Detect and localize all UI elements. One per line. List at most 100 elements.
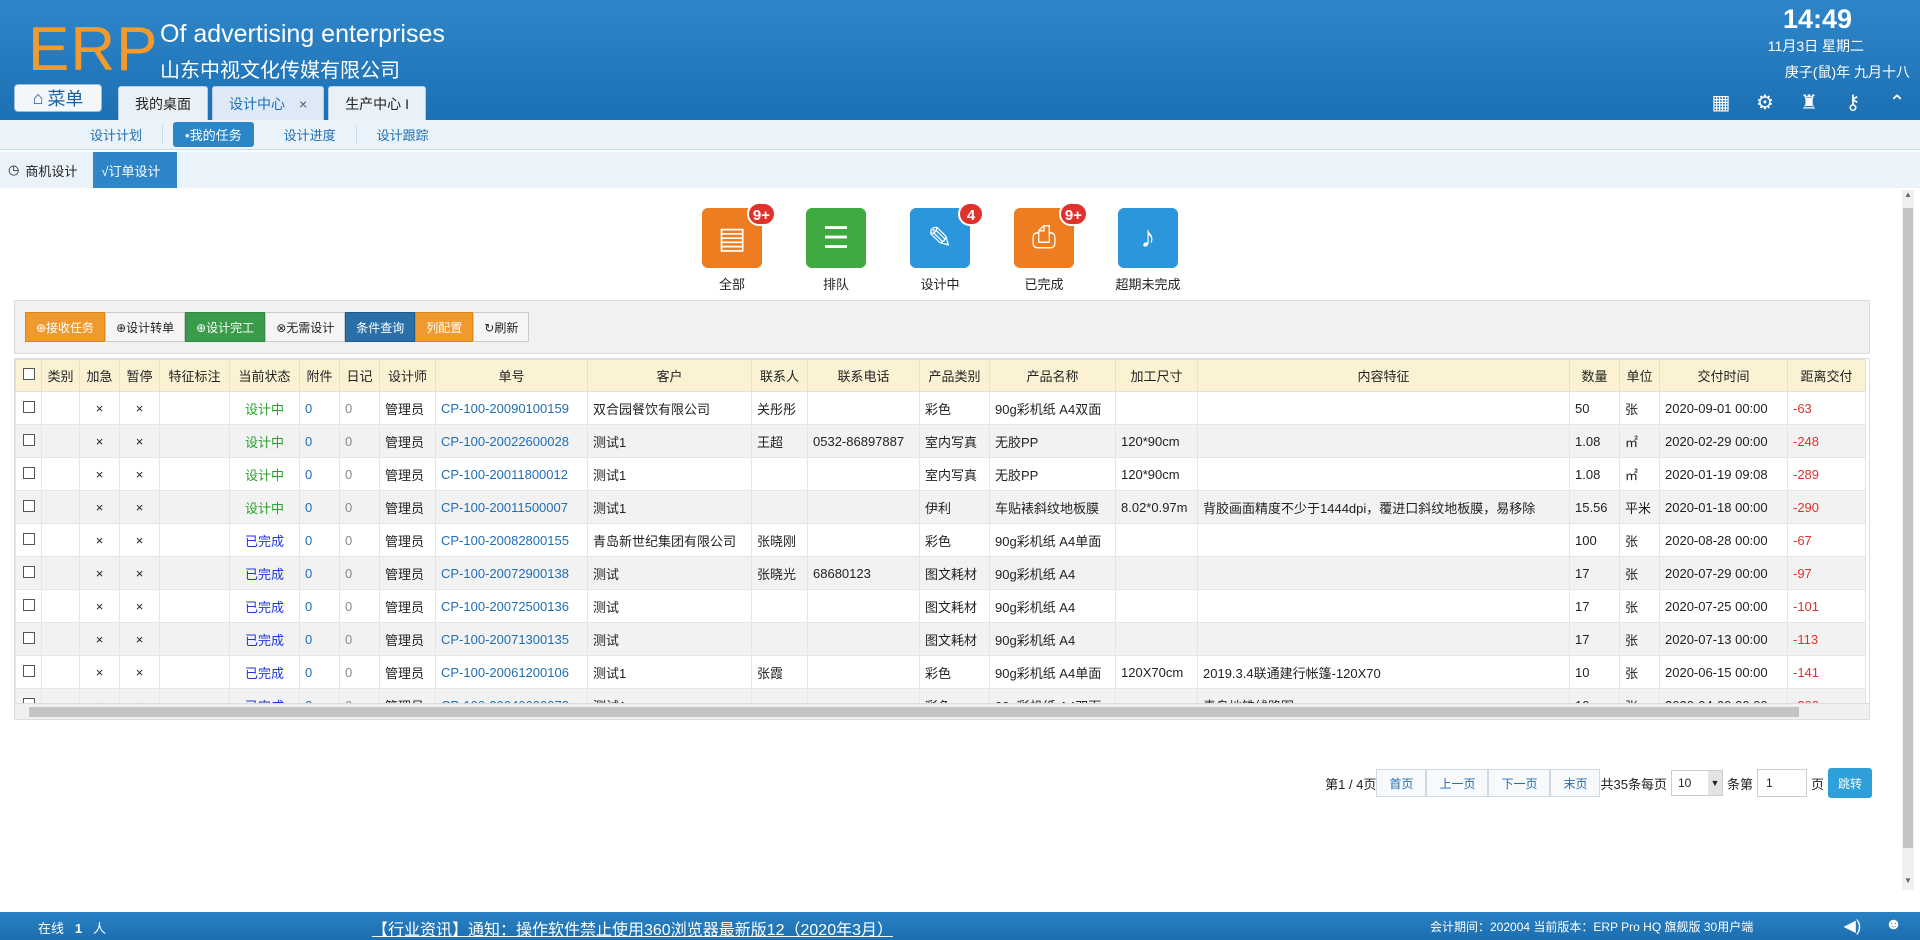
subnav-design-progress[interactable]: 设计进度 [264,125,357,144]
finish-design-button[interactable]: ⊕设计完工 [185,312,266,342]
col-header[interactable]: 内容特征 [1197,359,1570,392]
tab-opportunity-design[interactable]: ◷ 商机设计 [0,152,93,188]
vertical-scrollbar[interactable]: ▲ ▼ [1902,190,1914,890]
speaker-icon[interactable]: ◀) [1844,916,1862,936]
tab-my-desktop[interactable]: 我的桌面 [118,86,208,120]
gear-icon[interactable]: ⚙ [1754,92,1776,114]
tab-order-design[interactable]: √订单设计 [93,152,177,188]
go-page-button[interactable]: 跳转 [1827,768,1872,798]
col-header[interactable]: 联系人 [751,359,808,392]
first-page-button[interactable]: 首页 [1376,769,1427,797]
order-number-link[interactable]: CP-100-20072900138 [435,556,588,590]
transfer-design-button[interactable]: ⊕设计转单 [105,312,186,342]
col-header[interactable]: 联系电话 [807,359,920,392]
order-number-link[interactable]: CP-100-20090100159 [435,391,588,425]
col-header[interactable]: 加急 [79,359,120,392]
condition-query-button[interactable]: 条件查询 [345,312,416,342]
order-number-link[interactable]: CP-100-20011800012 [435,457,588,491]
dash-overdue[interactable]: ♪ 超期未完成 [1116,208,1181,293]
checkbox[interactable] [22,598,35,611]
col-header[interactable]: 特征标注 [159,359,230,392]
row-checkbox[interactable] [15,523,42,557]
table-row[interactable]: × × 已完成 0 0 管理员 CP-100-20072500136 测试 图文耗材 90g彩机纸… [15,589,1866,623]
attachment-count[interactable]: 0 [299,523,340,557]
order-number-link[interactable]: CP-100-20072500136 [435,589,588,623]
checkbox[interactable] [22,532,35,545]
col-header[interactable]: 单号 [435,359,588,392]
row-checkbox[interactable] [15,589,42,623]
close-icon[interactable]: × [299,96,307,112]
attachment-count[interactable]: 0 [299,424,340,458]
attachment-count[interactable]: 0 [299,556,340,590]
attachment-count[interactable]: 0 [299,490,340,524]
per-page-select[interactable]: 10 ▼ [1670,770,1723,796]
col-header[interactable]: 交付时间 [1659,359,1788,392]
horizontal-scrollbar[interactable] [15,703,1869,719]
checkbox[interactable] [22,400,35,413]
checkbox[interactable] [22,433,35,446]
col-header[interactable]: 附件 [299,359,340,392]
checkbox[interactable] [22,565,35,578]
subnav-design-plan[interactable]: 设计计划 [70,125,164,144]
table-row[interactable]: × × 已完成 0 0 管理员 CP-100-20061200106 测试1 张霞 彩色 90g彩机… [15,655,1866,689]
order-number-link[interactable]: CP-100-20022600028 [435,424,588,458]
checkbox[interactable] [22,499,35,512]
row-checkbox[interactable] [15,391,42,425]
row-checkbox[interactable] [15,556,42,590]
col-header[interactable]: 当前状态 [229,359,300,392]
tab-production-center[interactable]: 生产中心 I [328,86,426,120]
col-header[interactable]: 数量 [1569,359,1620,392]
accept-task-button[interactable]: ⊕接收任务 [25,312,106,342]
col-header[interactable]: 类别 [41,359,80,392]
table-row[interactable]: × × 已完成 0 0 管理员 CP-100-20082800155 青岛新世纪集团有限公司张… [15,523,1866,557]
attachment-count[interactable]: 0 [299,589,340,623]
row-checkbox[interactable] [15,424,42,458]
row-checkbox[interactable] [15,457,42,491]
checkbox[interactable] [22,664,35,677]
checkbox[interactable] [22,466,35,479]
order-number-link[interactable]: CP-100-20061200106 [435,655,588,689]
attachment-count[interactable]: 0 [299,457,340,491]
no-design-button[interactable]: ⊗无需设计 [265,312,346,342]
dash-completed[interactable]: ⎙ 9+ 已完成 [1012,202,1088,293]
menu-button[interactable]: ⌂ 菜单 [14,84,102,112]
column-config-button[interactable]: 列配置 [415,312,474,342]
collapse-up-icon[interactable]: ⌃ [1886,92,1908,114]
col-header[interactable]: 产品类别 [919,359,990,392]
order-number-link[interactable]: CP-100-20071300135 [435,622,588,656]
col-header[interactable]: 距离交付 [1787,359,1866,392]
col-header[interactable]: 日记 [339,359,380,392]
checkbox[interactable] [22,631,35,644]
col-header[interactable]: 暂停 [119,359,160,392]
table-row[interactable]: × × 设计中 0 0 管理员 CP-100-20011500007 测试1 伊利 车贴裱斜纹地板… [15,490,1866,524]
last-page-button[interactable]: 末页 [1550,769,1601,797]
col-header[interactable]: 单位 [1619,359,1660,392]
scrollbar-thumb[interactable] [1903,208,1913,848]
table-row[interactable]: × × 已完成 0 0 管理员 CP-100-20071300135 测试 图文耗材 90g彩机纸… [15,622,1866,656]
scrollbar-thumb[interactable] [29,707,1799,717]
scroll-up-icon[interactable]: ▲ [1902,190,1914,204]
attachment-count[interactable]: 0 [299,622,340,656]
subnav-my-tasks[interactable]: •我的任务 [173,122,254,147]
order-number-link[interactable]: CP-100-20082800155 [435,523,588,557]
scroll-down-icon[interactable]: ▼ [1902,876,1914,890]
tab-design-center[interactable]: 设计中心 × [212,86,325,120]
row-checkbox[interactable] [15,490,42,524]
grid-add-icon[interactable]: ▦ [1710,92,1732,114]
col-header[interactable]: 设计师 [379,359,436,392]
order-number-link[interactable]: CP-100-20011500007 [435,490,588,524]
next-page-button[interactable]: 下一页 [1488,769,1551,797]
prev-page-button[interactable]: 上一页 [1426,769,1489,797]
dash-all[interactable]: ▤ 9+ 全部 [700,202,776,293]
shirt-icon[interactable]: ♜ [1798,92,1820,114]
dash-queue[interactable]: ☰ 排队 [804,208,868,293]
subnav-design-tracking[interactable]: 设计跟踪 [357,125,449,144]
dash-in-design[interactable]: ✎ 4 设计中 [908,202,984,293]
table-row[interactable]: × × 设计中 0 0 管理员 CP-100-20011800012 测试1 室内写真 无胶PP 1… [15,457,1866,491]
refresh-button[interactable]: ↻刷新 [473,312,530,342]
table-row[interactable]: × × 已完成 0 0 管理员 CP-100-20072900138 测试 张晓光 6868012… [15,556,1866,590]
page-number-input[interactable]: 1 [1756,769,1807,797]
attachment-count[interactable]: 0 [299,391,340,425]
users-icon[interactable]: ☻ [1885,916,1902,936]
table-row[interactable]: × × 设计中 0 0 管理员 CP-100-20022600028 测试1 王超 0532-86… [15,424,1866,458]
